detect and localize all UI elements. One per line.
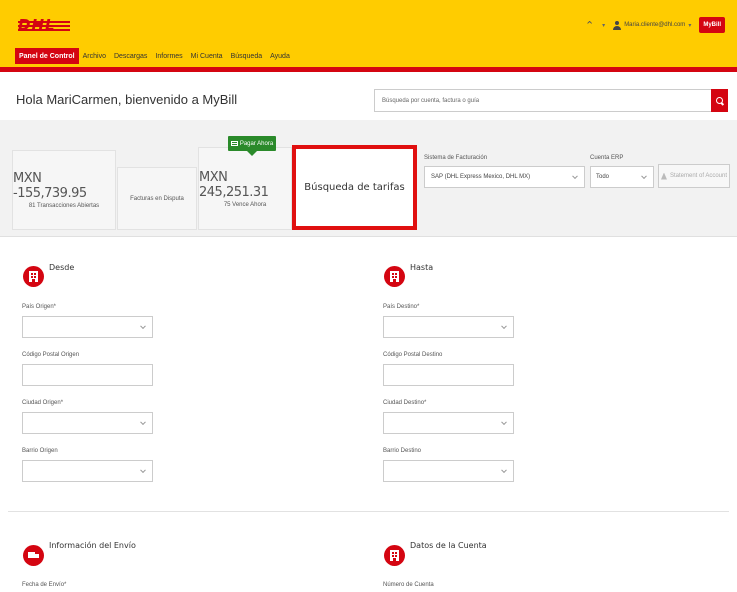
origin-city-select[interactable] [22,412,153,434]
chevron-down-icon [501,323,507,330]
origin-title: Desde [49,263,75,272]
destination-city-label: Ciudad Destino* [383,400,427,406]
top-header: DHL ⌃ ▾ Maria.cliente@dhl.com ▾ MyBill P… [0,0,737,67]
destination-postal-label: Código Postal Destino [383,352,443,358]
nav-ayuda[interactable]: Ayuda [266,48,294,64]
destination-country-label: País Destino* [383,304,420,310]
pay-pointer [247,151,257,156]
page-greeting: Hola MariCarmen, bienvenido a MyBill [16,92,238,107]
nav-archivo[interactable]: Archivo [79,48,110,64]
due-amount: MXN 245,251.31 [199,169,269,200]
open-transactions-card[interactable]: MXN -155,739.95 81 Transacciones Abierta… [12,150,116,230]
chevron-down-icon [501,419,507,426]
billing-system-select[interactable]: SAP (DHL Express Mexico, DHL MX) [424,166,585,188]
erp-account-label: Cuenta ERP [590,155,624,161]
header-divider [0,67,737,72]
user-menu[interactable]: Maria.cliente@dhl.com ▾ [613,20,692,30]
due-now-card[interactable]: MXN 245,251.31 75 Vence Ahora [198,147,292,230]
collapse-icon[interactable]: ⌃ [585,19,594,32]
user-email: Maria.cliente@dhl.com [624,22,686,28]
origin-postal-label: Código Postal Origen [22,352,80,358]
origin-building-icon [23,266,44,287]
search-button[interactable] [711,89,728,112]
account-title: Datos de la Cuenta [410,541,487,550]
chevron-down-icon [140,467,146,474]
destination-district-label: Barrio Destino [383,448,422,454]
nav-panel-de-control[interactable]: Panel de Control [15,48,79,64]
mybill-badge[interactable]: MyBill [699,17,725,33]
open-amount: MXN -155,739.95 [13,171,87,201]
search-icon [715,96,724,105]
dhl-logo[interactable]: DHL [18,10,70,38]
statement-icon [660,172,667,180]
chevron-down-icon [140,419,146,426]
origin-district-label: Barrio Origen [22,448,58,454]
origin-postal-input[interactable] [22,364,153,386]
shipment-title: Información del Envío [49,541,136,550]
account-building-icon [384,545,405,566]
destination-city-select[interactable] [383,412,514,434]
main-nav: Panel de Control Archivo Descargas Infor… [15,48,294,64]
nav-mi-cuenta[interactable]: Mi Cuenta [187,48,227,64]
chevron-down-icon [641,173,647,180]
account-number-label: Número de Cuenta [383,582,434,588]
nav-busqueda[interactable]: Búsqueda [227,48,267,64]
pay-now-button[interactable]: Pagar Ahora [228,136,276,156]
destination-building-icon [384,266,405,287]
chevron-down-icon [501,467,507,474]
due-count: 75 Vence Ahora [223,201,267,208]
nav-informes[interactable]: Informes [151,48,186,64]
pay-now-label: Pagar Ahora [239,140,274,147]
open-count: 81 Transacciones Abiertas [28,203,100,209]
credit-card-icon [230,141,238,146]
disputed-label: Facturas en Disputa [130,195,184,202]
chevron-down-icon [572,173,578,180]
logo-text: DHL [18,16,56,34]
billing-system-label: Sistema de Facturación [424,155,488,161]
destination-title: Hasta [410,263,434,272]
billing-system-value: SAP (DHL Express Mexico, DHL MX) [431,174,531,180]
rate-search-card[interactable]: Búsqueda de tarifas [292,145,417,230]
chevron-down-icon: ▾ [688,22,692,29]
statement-of-account-button[interactable]: Statement of Account [658,164,730,188]
erp-account-select[interactable]: Todo [590,166,654,188]
origin-city-label: Ciudad Origen* [22,400,64,406]
destination-postal-input[interactable] [383,364,514,386]
header-right: ⌃ ▾ Maria.cliente@dhl.com ▾ MyBill [585,14,725,36]
origin-country-select[interactable] [22,316,153,338]
erp-account-value: Todo [596,174,610,180]
search-input[interactable]: Búsqueda por cuenta, factura o guía [374,89,713,112]
chevron-down-icon [140,323,146,330]
destination-district-select[interactable] [383,460,514,482]
destination-country-select[interactable] [383,316,514,338]
origin-district-select[interactable] [22,460,153,482]
origin-country-label: País Origen* [22,304,57,310]
truck-icon [23,545,44,566]
user-icon [613,20,622,30]
nav-descargas[interactable]: Descargas [110,48,151,64]
chevron-down-icon[interactable]: ▾ [602,22,605,29]
disputed-invoices-card[interactable]: Facturas en Disputa [117,167,197,230]
section-divider [8,511,729,512]
statement-label: Statement of Account [669,173,728,179]
shipment-date-label: Fecha de Envío* [22,582,67,588]
